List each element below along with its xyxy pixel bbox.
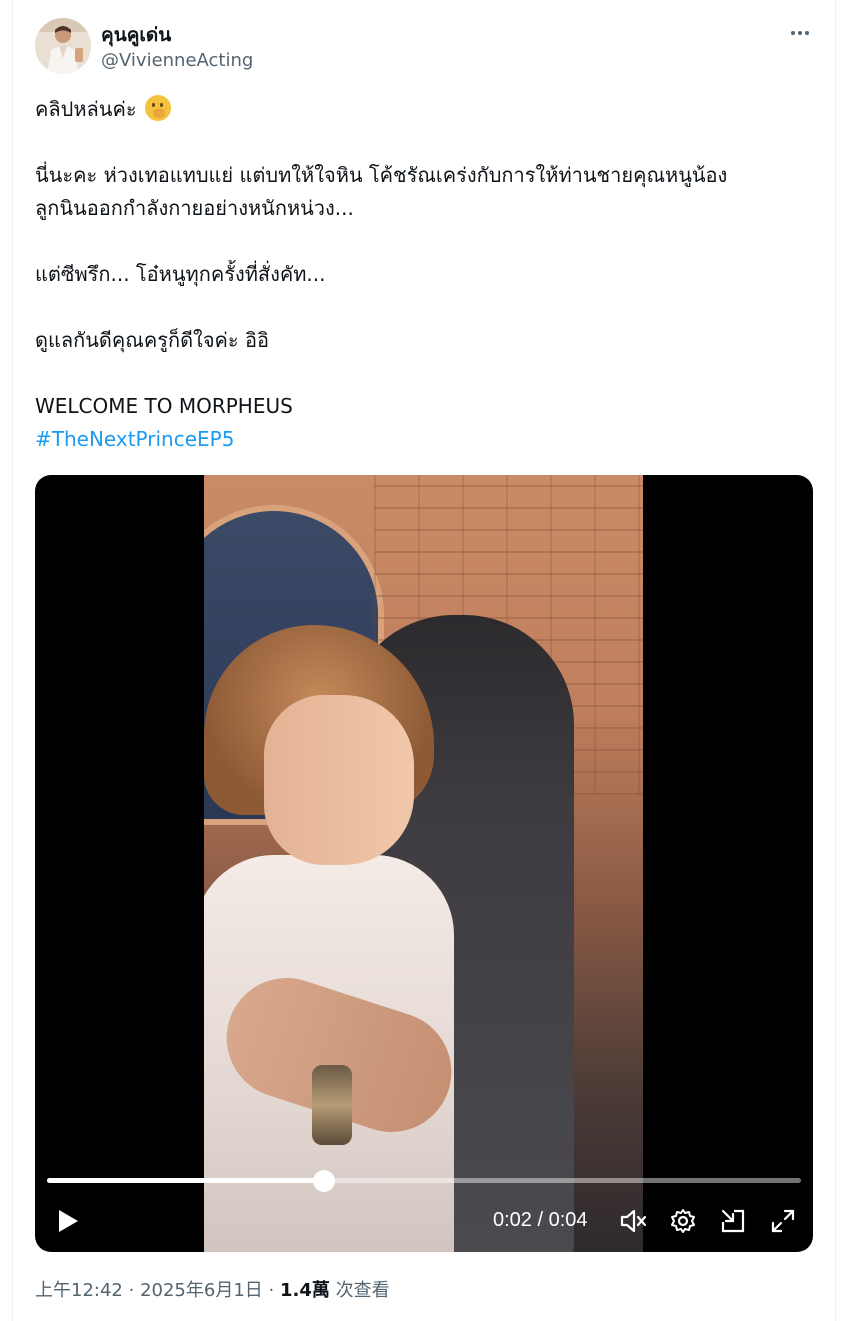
author-display-name[interactable]: คุนคูเด่น — [101, 20, 171, 50]
play-icon — [59, 1210, 78, 1232]
video-scrubber-handle[interactable] — [312, 1170, 335, 1192]
view-label: 次查看 — [335, 1280, 390, 1301]
shushing-face-emoji-icon — [144, 95, 171, 121]
tweet-time[interactable]: 上午12:42 — [35, 1280, 123, 1301]
tweet-metadata: 上午12:42 · 2025年6月1日 · 1.4萬 次查看 — [35, 1276, 390, 1302]
video-progress-bar[interactable] — [47, 1170, 801, 1192]
video-player[interactable]: 0:02 / 0:04 — [35, 475, 813, 1252]
ellipsis-icon — [798, 31, 802, 35]
author-avatar[interactable] — [35, 18, 91, 74]
settings-gear-icon — [671, 1209, 695, 1233]
video-frame — [204, 475, 643, 1252]
author-handle[interactable]: @VivienneActing — [101, 50, 253, 71]
tweet-line: WELCOME TO MORPHEUS — [35, 394, 293, 418]
video-scene-watch — [312, 1065, 352, 1145]
ellipsis-icon — [805, 31, 809, 35]
profile-photo-icon — [35, 18, 91, 74]
tweet-line: ลูกนินออกกำลังกายอย่างหนักหน่วง... — [35, 196, 354, 220]
video-progress-fill — [47, 1178, 324, 1183]
tweet-line: แต่ซีพรึก... โอ๋หนูทุกครั้งที่สั่งคัท... — [35, 262, 326, 286]
tweet-line: นี่นะคะ ห่วงเทอแทบแย่ แต่บทให้ใจหิน โค้ช… — [35, 163, 728, 187]
tweet-line: คลิปหล่นค่ะ — [35, 93, 815, 126]
meta-separator: · — [268, 1280, 275, 1301]
view-count: 1.4萬 — [280, 1280, 330, 1301]
video-scene-face — [264, 695, 414, 865]
tweet-line: ดูแลกันดีคุณครูก็ดีใจค่ะ อิอิ — [35, 328, 270, 352]
picture-in-picture-button[interactable] — [717, 1205, 749, 1237]
tweet-line-spacer — [35, 126, 815, 159]
fullscreen-button[interactable] — [767, 1205, 799, 1237]
tweet-card: คุนคูเด่น @VivienneActing คลิปหล่นค่ะ นี… — [12, 0, 836, 1321]
more-options-button[interactable] — [787, 22, 813, 44]
fullscreen-icon — [771, 1209, 795, 1233]
volume-button[interactable] — [617, 1205, 649, 1237]
tweet-line-spacer — [35, 357, 815, 390]
tweet-line-spacer — [35, 291, 815, 324]
hashtag-link[interactable]: #TheNextPrinceEP5 — [35, 423, 815, 456]
meta-separator: · — [128, 1280, 135, 1301]
play-button[interactable] — [53, 1205, 83, 1237]
video-time-display: 0:02 / 0:04 — [493, 1209, 588, 1231]
tweet-text: คลิปหล่นค่ะ นี่นะคะ ห่วงเทอแทบแย่ แต่บทใ… — [35, 93, 815, 456]
picture-in-picture-icon — [721, 1209, 745, 1233]
tweet-line-spacer — [35, 225, 815, 258]
settings-button[interactable] — [667, 1205, 699, 1237]
ellipsis-icon — [791, 31, 795, 35]
volume-muted-icon — [620, 1209, 647, 1233]
tweet-date[interactable]: 2025年6月1日 — [140, 1280, 263, 1301]
